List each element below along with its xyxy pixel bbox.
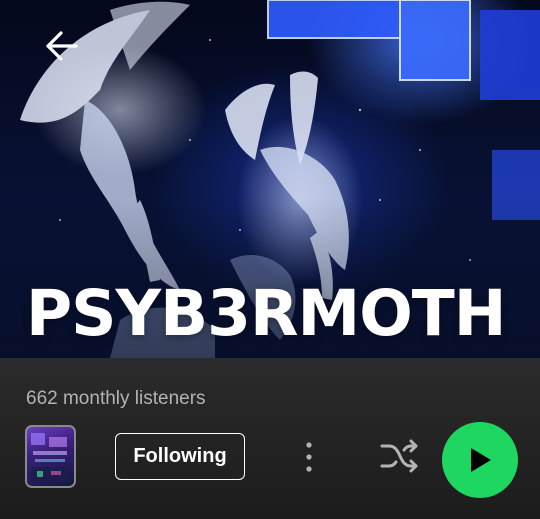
following-button[interactable]: Following — [115, 433, 245, 480]
shuffle-icon — [380, 439, 418, 473]
shuffle-button[interactable] — [378, 434, 422, 478]
play-button[interactable] — [442, 422, 518, 498]
arrow-left-icon — [46, 31, 78, 61]
artist-name: PSYB3RMOTH — [26, 277, 506, 350]
more-options-button[interactable] — [294, 437, 324, 477]
more-vertical-icon — [306, 442, 312, 472]
back-button[interactable] — [40, 24, 84, 68]
monthly-listeners: 662 monthly listeners — [26, 388, 206, 409]
album-art-icon — [31, 433, 69, 481]
artist-pick-thumbnail[interactable] — [25, 425, 76, 488]
play-icon — [471, 448, 491, 472]
